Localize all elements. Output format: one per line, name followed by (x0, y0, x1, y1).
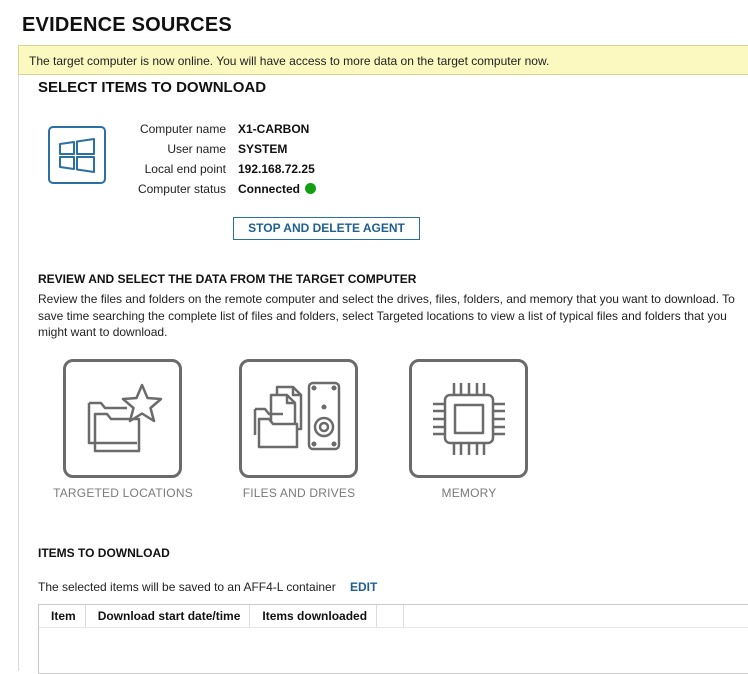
computer-status-value: Connected (238, 182, 301, 196)
user-name-label: User name (167, 142, 226, 156)
items-to-download-heading: ITEMS TO DOWNLOAD (38, 546, 170, 560)
column-header-items-downloaded[interactable]: Items downloaded (250, 605, 378, 627)
computer-name-value: X1-CARBON (238, 122, 310, 136)
online-notification-banner: The target computer is now online. You w… (18, 45, 748, 75)
page-title: EVIDENCE SOURCES (22, 14, 232, 36)
computer-info-grid: Computer name X1-CARBON User name SYSTEM… (120, 119, 360, 199)
targeted-locations-label: TARGETED LOCATIONS (53, 486, 193, 500)
user-name-value: SYSTEM (238, 142, 288, 156)
local-end-point-row: Local end point 192.168.72.25 (120, 159, 360, 179)
memory-tile[interactable] (409, 359, 528, 478)
column-header-spacer (377, 605, 405, 627)
items-to-download-table: Item Download start date/time Items down… (38, 604, 748, 674)
column-header-item[interactable]: Item (39, 605, 86, 627)
files-and-drive-icon (253, 381, 340, 450)
folder-star-icon (87, 383, 162, 452)
container-info-text: The selected items will be saved to an A… (38, 580, 336, 594)
computer-name-row: Computer name X1-CARBON (120, 119, 360, 139)
memory-label: MEMORY (441, 486, 497, 500)
files-and-drives-label: FILES AND DRIVES (242, 486, 356, 500)
status-connected-icon (305, 183, 317, 194)
computer-status-label: Computer status (137, 182, 226, 196)
computer-status-row: Computer status Connected (120, 179, 360, 199)
targeted-locations-tile[interactable] (63, 359, 182, 478)
table-header-row: Item Download start date/time Items down… (39, 605, 748, 628)
local-end-point-label: Local end point (144, 162, 226, 176)
memory-chip-icon (432, 382, 505, 455)
local-end-point-value: 192.168.72.25 (238, 162, 315, 176)
stop-and-delete-agent-button[interactable]: STOP AND DELETE AGENT (233, 217, 420, 240)
review-section-description: Review the files and folders on the remo… (38, 292, 735, 339)
review-section-heading: REVIEW AND SELECT THE DATA FROM THE TARG… (38, 272, 417, 286)
windows-logo-icon (48, 126, 106, 184)
edit-container-link[interactable]: EDIT (350, 580, 377, 594)
select-items-heading: SELECT ITEMS TO DOWNLOAD (38, 79, 267, 96)
content-left-border (18, 75, 19, 671)
computer-name-label: Computer name (139, 122, 226, 136)
column-header-download-start[interactable]: Download start date/time (86, 605, 251, 627)
computer-status-value-wrap: Connected (238, 179, 317, 199)
user-name-row: User name SYSTEM (120, 139, 360, 159)
files-and-drives-tile[interactable] (239, 359, 358, 478)
